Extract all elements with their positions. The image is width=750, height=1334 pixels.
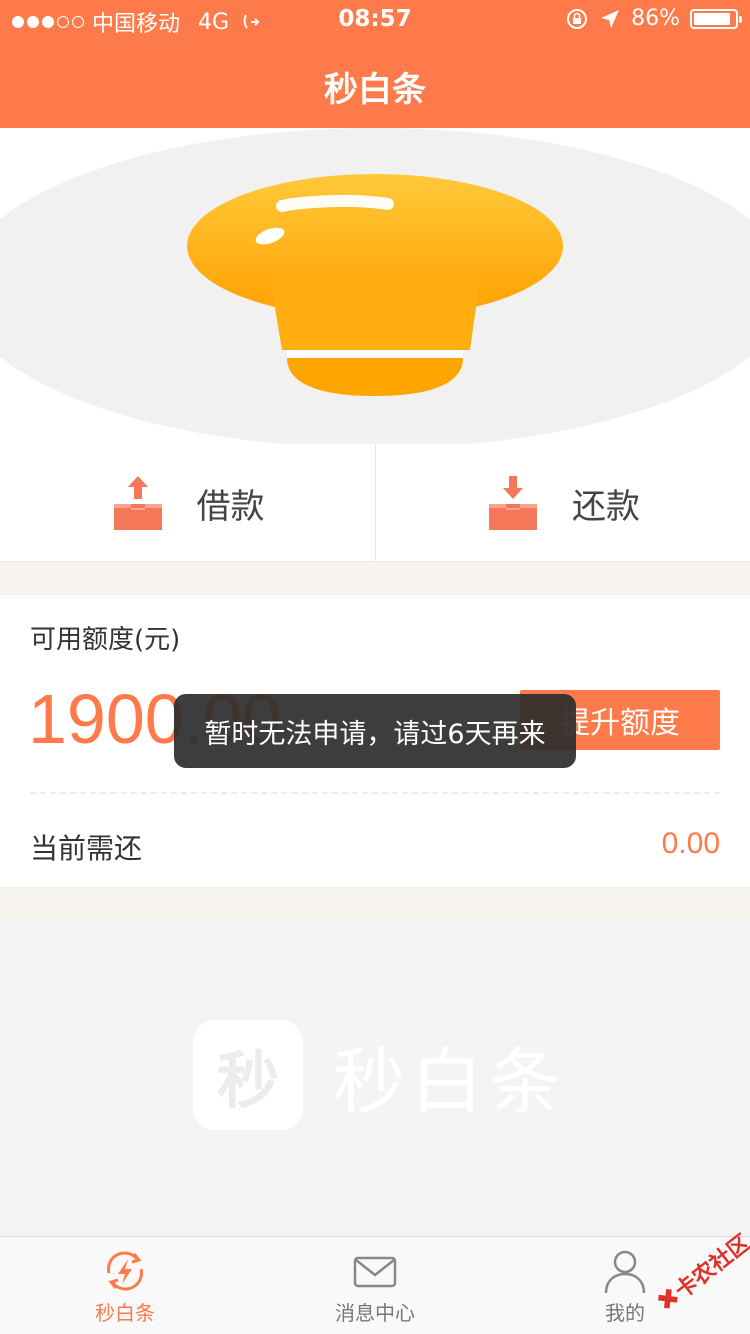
borrow-label: 借款 [196, 486, 265, 527]
tab-profile-label: 我的 [605, 1301, 645, 1325]
credit-caption: 可用额度(元) [30, 625, 181, 655]
status-bar: 中国移动 4G 08:57 86% [0, 0, 750, 40]
tab-messages[interactable]: 消息中心 [250, 1237, 500, 1334]
brand-watermark-text: 秒白条 [333, 1039, 568, 1124]
tab-home[interactable]: 秒白条 [0, 1237, 250, 1334]
due-value: 0.00 [661, 827, 720, 860]
lightning-refresh-icon [107, 1251, 143, 1291]
battery-percent: 86% [631, 6, 680, 31]
section-gap [0, 562, 750, 594]
envelope-icon [353, 1256, 397, 1288]
brand-watermark-icon: 秒 [193, 1020, 303, 1130]
location-arrow-icon [601, 9, 620, 28]
rotation-lock-icon [567, 8, 588, 29]
lightbulb-icon [187, 174, 563, 396]
status-right: 86% [565, 6, 742, 31]
battery-icon [690, 8, 742, 29]
dashed-divider [30, 792, 720, 794]
tab-bar: 秒白条 消息中心 我的 [0, 1236, 750, 1334]
section-gap [0, 888, 750, 918]
repay-button[interactable]: 还款 [375, 444, 750, 562]
download-box-icon [489, 476, 537, 530]
page-title: 秒白条 [324, 70, 426, 110]
repay-label: 还款 [572, 486, 640, 527]
due-label: 当前需还 [30, 832, 143, 865]
action-row: 借款 还款 [0, 444, 750, 562]
user-icon [604, 1250, 646, 1294]
toast-message: 暂时无法申请，请过6天再来 [174, 694, 576, 768]
upload-box-icon [113, 476, 162, 530]
brand-watermark: 秒 秒白条 [193, 1020, 567, 1130]
tab-home-label: 秒白条 [95, 1301, 155, 1325]
borrow-button[interactable]: 借款 [0, 444, 375, 562]
top-bar: 中国移动 4G 08:57 86% 秒白条 [0, 0, 750, 128]
hero-banner [0, 128, 750, 444]
tab-messages-label: 消息中心 [335, 1301, 415, 1325]
